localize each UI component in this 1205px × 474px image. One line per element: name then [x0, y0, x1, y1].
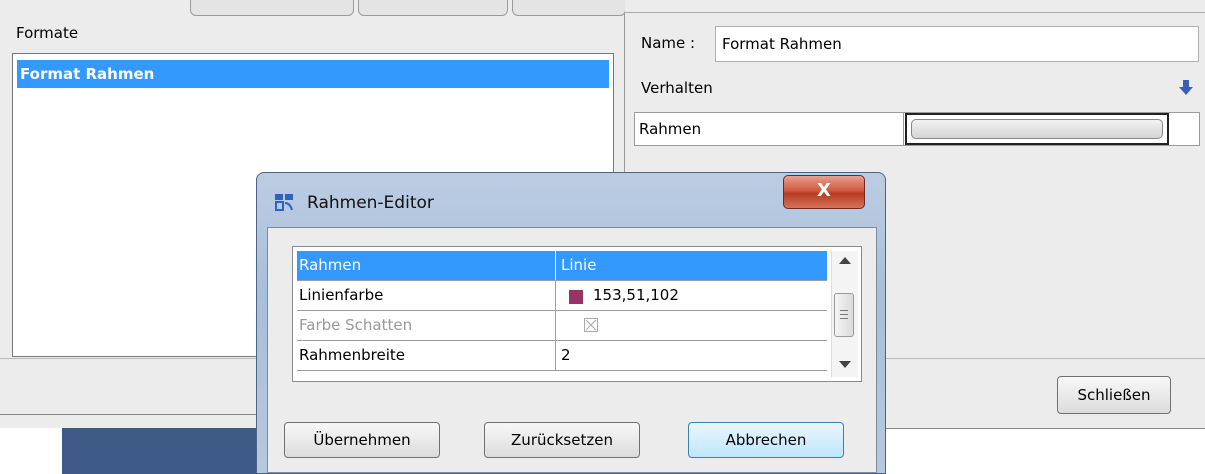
border-preview — [911, 119, 1163, 139]
close-button[interactable]: Schließen — [1057, 376, 1171, 414]
list-item[interactable]: Format Rahmen — [17, 60, 609, 88]
row-value[interactable]: 2 — [561, 346, 571, 364]
border-property-row[interactable]: Rahmen — [634, 112, 1200, 146]
app-icon — [275, 194, 293, 211]
row-label: Farbe Schatten — [299, 316, 413, 334]
scroll-up-icon[interactable] — [839, 257, 851, 264]
property-table[interactable]: Rahmen Linie Linienfarbe 153,51,102 Farb… — [292, 246, 862, 382]
row-label: Rahmenbreite — [299, 346, 406, 364]
color-value: 153,51,102 — [593, 286, 679, 304]
behavior-heading: Verhalten — [641, 79, 713, 97]
border-editor-dialog: Rahmen-Editor X Rahmen Linie Linienfarbe… — [256, 172, 886, 474]
dialog-close-button[interactable]: X — [783, 175, 865, 209]
dialog-title: Rahmen-Editor — [307, 193, 434, 213]
grip-line — [840, 314, 848, 315]
grip-line — [840, 318, 848, 319]
tab-stub-1[interactable] — [190, 0, 354, 16]
divider — [555, 341, 556, 370]
border-preview-cell[interactable] — [905, 113, 1169, 145]
tab-stub-2[interactable] — [358, 0, 508, 16]
divider — [555, 311, 556, 340]
dialog-body: Rahmen Linie Linienfarbe 153,51,102 Farb… — [267, 227, 877, 473]
divider — [625, 12, 1205, 13]
table-header-row[interactable]: Rahmen Linie — [297, 251, 827, 281]
header-cell: Linie — [561, 256, 597, 274]
desktop-background — [62, 428, 262, 474]
name-label: Name : — [641, 34, 696, 52]
apply-button[interactable]: Übernehmen — [284, 422, 440, 458]
vertical-scrollbar[interactable] — [831, 251, 858, 377]
table-row[interactable]: Rahmenbreite 2 — [297, 341, 827, 371]
cancel-button[interactable]: Abbrechen — [688, 422, 844, 458]
table-row[interactable]: Linienfarbe 153,51,102 — [297, 281, 827, 311]
close-icon: X — [817, 180, 831, 201]
scroll-down-icon[interactable] — [839, 361, 851, 368]
grip-line — [840, 310, 848, 311]
tab-stub-3[interactable] — [512, 0, 626, 16]
border-property-label: Rahmen — [639, 120, 702, 138]
name-input[interactable]: Format Rahmen — [715, 26, 1199, 62]
no-color-icon — [584, 318, 598, 332]
down-arrow-icon[interactable] — [1179, 80, 1193, 96]
header-cell: Rahmen — [299, 256, 362, 274]
table-row: Farbe Schatten — [297, 311, 827, 341]
divider — [903, 113, 904, 145]
row-label: Linienfarbe — [299, 286, 384, 304]
formats-heading: Formate — [16, 24, 79, 42]
color-swatch — [569, 290, 583, 304]
scroll-thumb[interactable] — [834, 293, 854, 337]
reset-button[interactable]: Zurücksetzen — [484, 422, 640, 458]
divider — [555, 251, 556, 280]
divider — [555, 281, 556, 310]
tab-strip — [0, 0, 626, 16]
